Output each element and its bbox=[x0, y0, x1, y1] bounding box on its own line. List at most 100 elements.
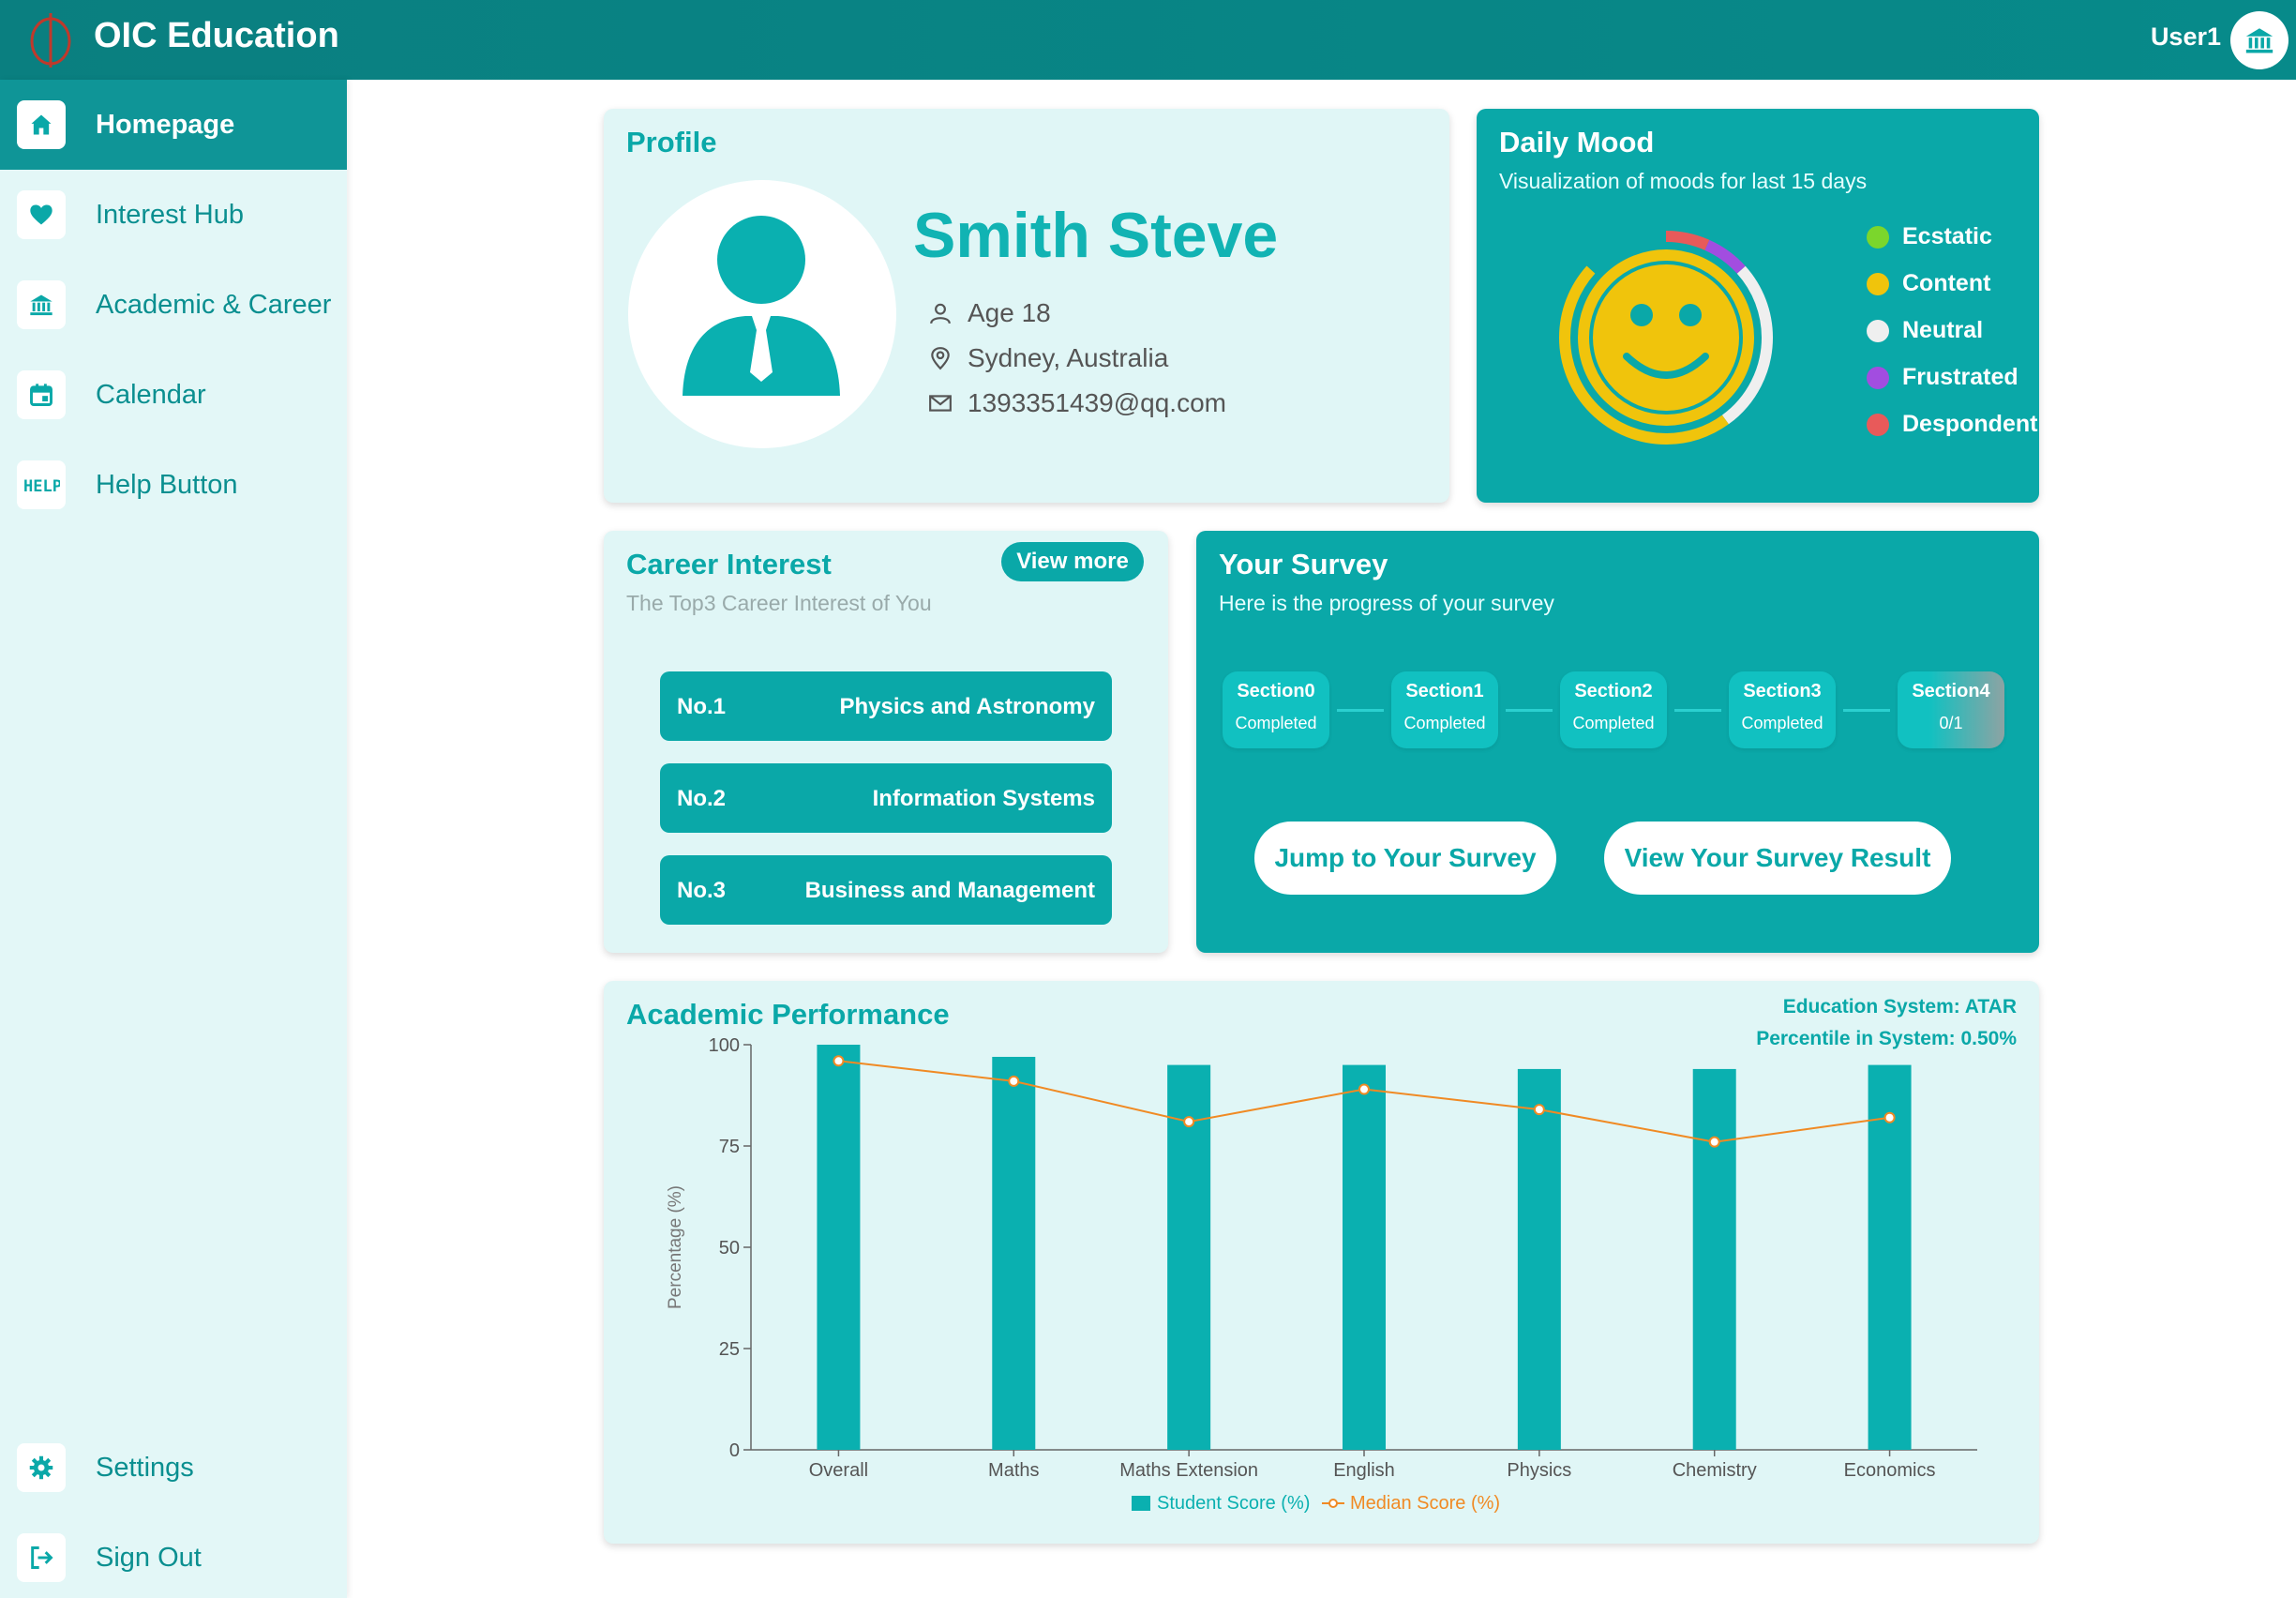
x-tick-label: English bbox=[1333, 1460, 1395, 1481]
mood-legend-neutral: Neutral bbox=[1867, 317, 1983, 344]
rank-number: No.3 bbox=[677, 878, 727, 903]
mood-legend-despondent: Despondent bbox=[1867, 411, 2037, 438]
sidebar-item-label: Calendar bbox=[96, 379, 206, 410]
career-title: Career Interest bbox=[626, 548, 832, 580]
rank-number: No.2 bbox=[677, 786, 727, 811]
career-rank-1[interactable]: No.1 Physics and Astronomy bbox=[660, 671, 1112, 741]
step-connector bbox=[1843, 709, 1890, 712]
view-survey-result-button[interactable]: View Your Survey Result bbox=[1604, 822, 1951, 895]
rank-field: Information Systems bbox=[872, 786, 1095, 811]
app-brand[interactable]: OIC Education bbox=[94, 15, 339, 56]
sidebar: Homepage Interest Hub Academic & Career … bbox=[0, 80, 347, 1598]
profile-email-row: 1393351439@qq.com bbox=[928, 388, 1226, 418]
y-tick-label: 100 bbox=[709, 1035, 740, 1056]
location-pin-icon bbox=[931, 347, 950, 370]
legend-swatch-median-dot bbox=[1328, 1499, 1338, 1508]
sidebar-item-label: Sign Out bbox=[96, 1542, 202, 1573]
help-icon: HELP bbox=[17, 460, 66, 509]
median-point bbox=[1008, 1075, 1020, 1087]
median-point bbox=[1358, 1083, 1370, 1095]
profile-email: 1393351439@qq.com bbox=[968, 388, 1226, 417]
median-point bbox=[1183, 1116, 1195, 1128]
median-point bbox=[1533, 1104, 1545, 1116]
median-point bbox=[1708, 1136, 1720, 1148]
survey-title: Your Survey bbox=[1219, 548, 1388, 580]
profile-title: Profile bbox=[626, 126, 717, 158]
survey-subtitle: Here is the progress of your survey bbox=[1219, 591, 1554, 615]
sidebar-item-settings[interactable]: Settings bbox=[0, 1423, 347, 1513]
sidebar-item-label: Homepage bbox=[96, 109, 235, 140]
profile-location-row: Sydney, Australia bbox=[928, 343, 1168, 373]
legend-swatch-student bbox=[1132, 1496, 1150, 1511]
x-tick-label: Maths Extension bbox=[1119, 1460, 1258, 1481]
survey-step-0[interactable]: Section0 Completed bbox=[1223, 671, 1329, 748]
y-axis-label: Percentage (%) bbox=[666, 1185, 685, 1309]
rank-field: Physics and Astronomy bbox=[839, 694, 1095, 719]
calendar-icon bbox=[17, 370, 66, 419]
career-subtitle: The Top3 Career Interest of You bbox=[626, 591, 932, 615]
top-bar: OIC Education User1 bbox=[0, 0, 2296, 80]
sidebar-item-sign-out[interactable]: Sign Out bbox=[0, 1513, 347, 1598]
smiley-face-icon bbox=[1593, 264, 1739, 411]
career-interest-card: Career Interest The Top3 Career Interest… bbox=[604, 531, 1168, 953]
sign-out-icon bbox=[17, 1533, 66, 1582]
survey-card: Your Survey Here is the progress of your… bbox=[1196, 531, 2039, 953]
profile-name: Smith Steve bbox=[913, 200, 1279, 271]
bar bbox=[992, 1056, 1036, 1450]
user-avatar[interactable] bbox=[2230, 11, 2288, 69]
sidebar-item-label: Help Button bbox=[96, 469, 238, 500]
academic-chart: 0 25 50 75 100 Percentage (%) Overall Maths Math… bbox=[666, 1035, 1977, 1514]
mood-legend-content: Content bbox=[1867, 270, 1990, 297]
mood-title: Daily Mood bbox=[1499, 126, 1655, 158]
view-more-button[interactable]: View more bbox=[1001, 542, 1144, 581]
survey-step-4[interactable]: Section4 0/1 bbox=[1898, 671, 2004, 748]
step-connector bbox=[1506, 709, 1553, 712]
sidebar-item-help[interactable]: HELP Help Button bbox=[0, 440, 347, 530]
bar bbox=[1517, 1068, 1561, 1450]
y-tick-label: 25 bbox=[719, 1339, 740, 1360]
profile-location: Sydney, Australia bbox=[968, 343, 1169, 372]
career-rank-3[interactable]: No.3 Business and Management bbox=[660, 855, 1112, 925]
person-icon bbox=[930, 303, 951, 324]
mail-icon bbox=[929, 395, 952, 412]
sidebar-item-homepage[interactable]: Homepage bbox=[0, 80, 347, 170]
legend-label-median: Median Score (%) bbox=[1350, 1493, 1500, 1514]
bank-icon bbox=[17, 280, 66, 329]
survey-step-3[interactable]: Section3 Completed bbox=[1729, 671, 1836, 748]
bar bbox=[1692, 1068, 1736, 1450]
sidebar-item-label: Settings bbox=[96, 1452, 194, 1483]
bank-icon bbox=[2245, 28, 2273, 53]
logo-icon bbox=[30, 13, 71, 68]
median-point bbox=[833, 1055, 845, 1067]
survey-step-2[interactable]: Section2 Completed bbox=[1560, 671, 1667, 748]
home-icon bbox=[17, 100, 66, 149]
x-tick-label: Maths bbox=[988, 1460, 1039, 1481]
legend-label-student: Student Score (%) bbox=[1157, 1493, 1310, 1514]
median-point bbox=[1883, 1111, 1896, 1123]
bar bbox=[1343, 1064, 1386, 1450]
heart-icon bbox=[17, 190, 66, 239]
profile-age-row: Age 18 bbox=[928, 298, 1051, 328]
x-tick-label: Overall bbox=[809, 1460, 868, 1481]
svg-text:HELP: HELP bbox=[23, 477, 60, 496]
rank-number: No.1 bbox=[677, 694, 727, 719]
x-tick-label: Chemistry bbox=[1673, 1460, 1757, 1481]
user-icon bbox=[683, 216, 840, 396]
survey-step-1[interactable]: Section1 Completed bbox=[1391, 671, 1498, 748]
sidebar-item-label: Interest Hub bbox=[96, 199, 244, 230]
bar bbox=[817, 1045, 861, 1450]
sidebar-item-calendar[interactable]: Calendar bbox=[0, 350, 347, 440]
x-tick-label: Physics bbox=[1507, 1460, 1571, 1481]
rank-field: Business and Management bbox=[804, 878, 1095, 903]
jump-to-survey-button[interactable]: Jump to Your Survey bbox=[1254, 822, 1556, 895]
gear-icon bbox=[17, 1443, 66, 1492]
sidebar-item-label: Academic & Career bbox=[96, 289, 332, 320]
y-tick-label: 0 bbox=[729, 1440, 740, 1461]
career-rank-2[interactable]: No.2 Information Systems bbox=[660, 763, 1112, 833]
mood-legend-ecstatic: Ecstatic bbox=[1867, 223, 1992, 250]
mood-donut bbox=[1559, 231, 1773, 445]
x-tick-label: Economics bbox=[1844, 1460, 1936, 1481]
sidebar-item-interest-hub[interactable]: Interest Hub bbox=[0, 170, 347, 260]
user-name[interactable]: User1 bbox=[2151, 23, 2221, 52]
sidebar-item-academic-career[interactable]: Academic & Career bbox=[0, 260, 347, 350]
